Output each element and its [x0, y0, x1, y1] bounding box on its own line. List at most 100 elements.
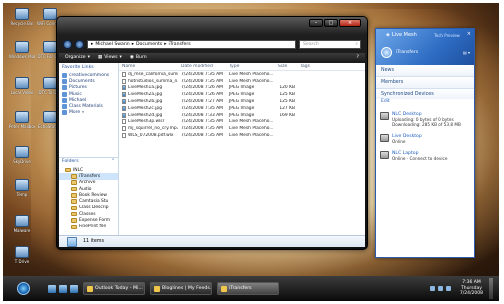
column-header[interactable]: Tags [297, 64, 319, 69]
explorer-window[interactable]: – □ × ▸ Michael Swann ▸ Documents ▸ iTransfer… [56, 16, 368, 250]
folder-icon [67, 236, 77, 247]
search-icon[interactable]: ⌕ [355, 41, 358, 47]
folders-header[interactable]: Folders ⌃ [59, 157, 118, 165]
search-input[interactable]: Search ⌕ [299, 39, 361, 49]
taskbar-button[interactable]: Outlook Today - Mi... [83, 282, 145, 295]
file-type: JPEG Image [229, 105, 255, 111]
start-button[interactable] [17, 282, 30, 295]
favorite-link-label: Pictures [69, 85, 87, 91]
maximize-button[interactable]: □ [324, 19, 338, 27]
file-size: 127 KB [279, 105, 295, 111]
show-desktop-icon[interactable] [48, 284, 56, 293]
desktop-icon[interactable]: Peter Mailbox [9, 111, 35, 129]
file-row[interactable]: LiveMesh2d.jpg 7/24/2008 7:33 AM JPEG Imag… [119, 112, 365, 119]
folder-icon [71, 193, 77, 198]
file-row[interactable]: WLS_072008.pdf.wlx 7/24/2008 7:35 AM Live … [119, 132, 365, 139]
column-header[interactable]: Type [226, 64, 275, 69]
favorite-link-label: Class Materials [69, 104, 103, 110]
mesh-tray-icon[interactable] [445, 286, 451, 291]
computer-icon [380, 134, 389, 142]
column-header[interactable]: Date modified [178, 64, 226, 69]
organize-button[interactable]: Organize ▾ [65, 55, 90, 60]
column-header[interactable]: Size [275, 64, 297, 69]
favorite-link-icon [62, 104, 67, 110]
live-mesh-panel: ◈ Live Mesh Tech Preview × iTransfers ▤ … [375, 28, 475, 258]
minimize-button[interactable]: – [309, 19, 323, 27]
forward-button[interactable] [75, 39, 84, 49]
file-row[interactable]: LiveMesh2c.jpg 7/24/2008 7:35 AM JPEG Imag… [119, 105, 365, 112]
desktop-icon[interactable]: Windows Mobile [9, 41, 35, 59]
file-name-cell: mj_squirrel_no_cry.mp3... [119, 126, 178, 132]
volume-icon[interactable] [437, 286, 443, 291]
file-name-cell: hotnstudios_summa_n... [119, 78, 178, 84]
file-name: LiveMesh3p.wlsr [128, 119, 165, 125]
column-header[interactable]: Name [119, 64, 178, 69]
folder-tree-item[interactable]: FinePrint file [59, 224, 118, 230]
computer-icon [380, 151, 389, 159]
favorite-link-icon [62, 110, 67, 116]
burn-button[interactable]: ◉ Burn [130, 55, 147, 60]
desktop-icon[interactable]: Temp [9, 179, 35, 197]
device-entry[interactable]: Live Desktop Online [376, 132, 474, 146]
views-button[interactable]: ▦ Views ▾ [98, 55, 122, 60]
device-status: Online · Connect to device [392, 156, 448, 161]
members-section[interactable]: Members [376, 77, 474, 89]
switch-windows-icon[interactable] [59, 284, 67, 293]
file-row[interactable]: dj_mse_california_sumn...7/24/2008 7:35 … [119, 71, 365, 78]
window-controls: – □ × [309, 19, 361, 27]
folder-tree-label: Class Descrip [79, 205, 109, 211]
file-row[interactable]: LiveMesh2a.jpg 7/24/2008 7:26 AM JPEG Imag… [119, 91, 365, 98]
file-row[interactable]: LiveMesh3p.wlsr 7/24/2008 7:35 AM Live Mes… [119, 119, 365, 126]
taskbar: Outlook Today - Mi... Bloglines | My Feed… [3, 276, 499, 301]
news-label: News [381, 68, 394, 73]
system-tray: 7:36 AM Thursday 7/24/2008 [429, 276, 499, 301]
desktop-icon[interactable]: Local Video [9, 77, 35, 95]
desktop-icon[interactable]: SkyDrive [9, 146, 35, 164]
show-desktop-button[interactable] [489, 278, 493, 299]
device-entry[interactable]: NLC Desktop Uploading: 0 bytes of 0 bytes… [376, 110, 474, 129]
folder-icon [71, 218, 77, 223]
desktop-icon[interactable]: Malware [9, 215, 35, 233]
desktop-icon[interactable]: Recycle Bin [9, 8, 35, 26]
breadcrumb-item[interactable]: Michael Swann [95, 42, 129, 47]
network-icon[interactable] [429, 286, 435, 291]
breadcrumb-item[interactable]: Documents [136, 42, 162, 47]
file-row[interactable]: LiveMesh1a.jpg 7/24/2008 7:26 AM JPEG Imag… [119, 85, 365, 92]
help-icon[interactable]: ? [357, 55, 359, 60]
file-type: Live Mesh Placeho... [229, 133, 274, 139]
desktop-shortcut-icon [15, 111, 29, 123]
favorite-link-label: More » [69, 110, 85, 116]
edit-link[interactable]: Edit [376, 99, 474, 107]
favorite-link[interactable]: More » [59, 110, 118, 116]
favorite-links-title: Favorite Links [62, 65, 94, 70]
close-icon[interactable]: × [467, 31, 471, 37]
device-entry[interactable]: NLC Laptop Online · Connect to device [376, 149, 474, 163]
taskbar-button[interactable]: iTransfers [217, 282, 279, 295]
desktop-icon[interactable]: T Drive [9, 246, 35, 264]
screenshot: Recycle BinWiFi ConnectionWindows Mobile… [0, 0, 504, 304]
file-row[interactable]: mj_squirrel_no_cry.mp3...7/24/2008 7:35 … [119, 125, 365, 132]
file-row[interactable]: LiveMesh2b.jpg 7/24/2008 7:27 AM JPEG Imag… [119, 98, 365, 105]
taskbar-button-label: Bloglines | My Feeds... [162, 286, 212, 291]
app-icon [87, 285, 93, 292]
sync-devices-section[interactable]: Synchronized Devices [376, 89, 474, 99]
taskbar-button[interactable]: Bloglines | My Feeds... [150, 282, 212, 295]
breadcrumb-item[interactable]: iTransfers [169, 42, 191, 47]
file-name: WLS_072008.pdf.wlx [128, 133, 174, 139]
mesh-logo-icon: ◈ [386, 32, 390, 38]
file-size: 125 KB [279, 92, 295, 98]
folder-tree-label: INLC [73, 167, 84, 173]
browser-icon[interactable] [70, 284, 78, 293]
mesh-options-icon[interactable]: ▤ ▾ [463, 50, 470, 55]
back-button[interactable] [63, 39, 72, 49]
news-section[interactable]: News [376, 65, 474, 77]
organize-label: Organize [65, 55, 86, 60]
file-row[interactable]: hotnstudios_summa_n... 7/24/2008 7:35 AM L… [119, 78, 365, 85]
image-file-icon [122, 99, 126, 105]
folder-icon [65, 167, 71, 173]
file-date: 7/24/2008 7:35 AM [181, 133, 223, 139]
close-button[interactable]: × [339, 19, 361, 27]
clock[interactable]: 7:36 AM Thursday 7/24/2008 [460, 280, 483, 297]
device-info: NLC Laptop Online · Connect to device [392, 151, 447, 161]
address-bar[interactable]: ▸ Michael Swann ▸ Documents ▸ iTransfers [87, 39, 296, 49]
